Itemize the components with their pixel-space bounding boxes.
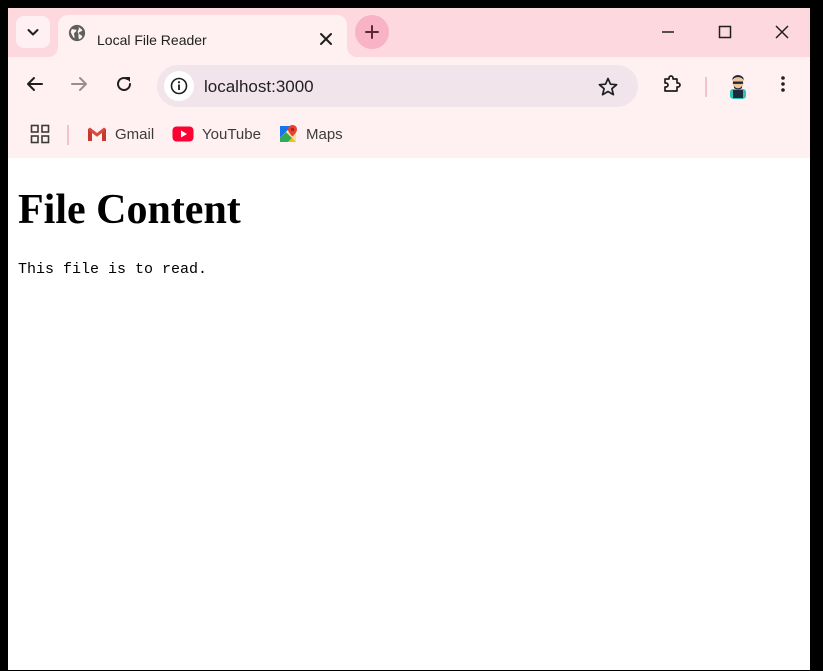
gmail-icon xyxy=(88,127,106,141)
browser-window: Local File Reader localhost:3000 Gmail Y… xyxy=(8,8,810,670)
bookmarks-bar: Gmail YouTube Maps xyxy=(8,111,810,158)
minimize-icon xyxy=(662,31,674,33)
url-text[interactable]: localhost:3000 xyxy=(204,77,314,97)
bookmark-label: YouTube xyxy=(202,125,261,143)
extensions-button[interactable] xyxy=(659,71,685,97)
bookmarks-separator xyxy=(67,125,69,145)
close-tab-icon[interactable] xyxy=(318,31,334,47)
bookmark-label: Gmail xyxy=(115,125,155,143)
globe-icon xyxy=(68,24,86,42)
arrow-right-icon xyxy=(71,77,87,91)
tab-search-button[interactable] xyxy=(16,16,50,48)
plus-icon xyxy=(365,25,379,39)
toolbar-separator xyxy=(705,77,707,97)
forward-button[interactable] xyxy=(66,71,92,97)
close-icon xyxy=(775,25,789,39)
maximize-icon xyxy=(718,25,732,39)
reload-icon xyxy=(117,76,131,91)
toolbar: localhost:3000 xyxy=(8,57,810,111)
puzzle-icon xyxy=(664,75,681,92)
bookmark-label: Maps xyxy=(306,125,343,143)
tab-active[interactable]: Local File Reader xyxy=(58,15,347,57)
page-title: File Content xyxy=(18,187,241,233)
chevron-down-icon xyxy=(27,29,39,36)
bookmark-star-icon[interactable] xyxy=(597,76,619,98)
back-button[interactable] xyxy=(22,71,48,97)
profile-avatar[interactable] xyxy=(724,72,752,100)
profile-avatar-icon xyxy=(724,72,752,100)
bookmark-youtube[interactable]: YouTube xyxy=(172,121,261,147)
new-tab-button[interactable] xyxy=(355,15,389,49)
site-info-button[interactable] xyxy=(164,71,194,101)
bookmark-gmail[interactable]: Gmail xyxy=(87,121,154,147)
tab-title: Local File Reader xyxy=(97,32,207,48)
tab-strip: Local File Reader xyxy=(8,8,810,57)
arrow-left-icon xyxy=(27,77,43,91)
address-bar[interactable]: localhost:3000 xyxy=(157,65,638,107)
maps-icon xyxy=(280,125,297,142)
maximize-button[interactable] xyxy=(715,22,735,42)
minimize-button[interactable] xyxy=(658,22,678,42)
file-content-text: This file is to read. xyxy=(18,261,208,278)
bookmark-maps[interactable]: Maps xyxy=(278,121,343,147)
more-vertical-icon xyxy=(781,76,785,92)
info-icon xyxy=(170,77,188,95)
reload-button[interactable] xyxy=(111,71,137,97)
menu-button[interactable] xyxy=(770,71,796,97)
apps-grid-icon[interactable] xyxy=(30,124,50,144)
close-window-button[interactable] xyxy=(772,22,792,42)
youtube-icon xyxy=(172,126,194,142)
page-content: File Content This file is to read. xyxy=(8,158,810,670)
